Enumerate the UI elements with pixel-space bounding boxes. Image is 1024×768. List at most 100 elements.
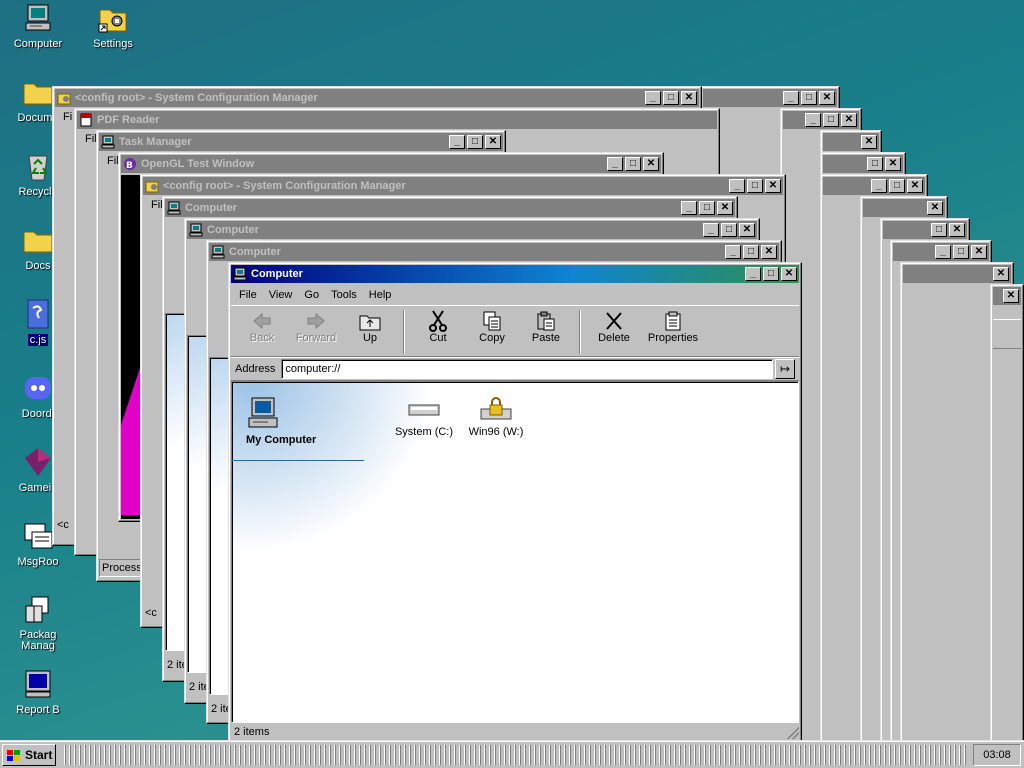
desktop-icon-label: Packag Manag [19,629,57,652]
close-button[interactable]: ✕ [993,267,1009,281]
close-button[interactable]: ✕ [971,245,987,259]
maximize-button[interactable]: □ [801,91,817,105]
maximize-button[interactable]: □ [663,91,679,105]
minimize-button[interactable]: _ [935,245,951,259]
close-button[interactable]: ✕ [1003,289,1019,303]
menu-help[interactable]: Help [363,287,398,303]
close-button[interactable]: ✕ [841,113,857,127]
desktop-icon-package-manager[interactable]: Packag Manag [2,594,74,652]
close-button[interactable]: ✕ [781,267,797,281]
file-view[interactable]: My Computer System (C:) Win96 (W:) [231,381,799,723]
maximize-button[interactable]: □ [931,223,947,237]
minimize-button[interactable]: _ [703,223,719,237]
menu-go[interactable]: Go [298,287,325,303]
drive-item[interactable]: System (C:) [388,396,460,438]
minimize-button[interactable]: _ [871,179,887,193]
package-icon [22,594,54,626]
drive-label: System (C:) [394,426,454,438]
window-titlebar[interactable]: PDF Reader [77,111,717,129]
cut-button[interactable]: Cut [411,308,465,344]
close-button[interactable]: ✕ [949,223,965,237]
desktop-icon-label: MsgRoo [17,556,59,568]
close-button[interactable]: ✕ [765,179,781,193]
forward-button[interactable]: Forward [289,308,343,344]
task-button-strip[interactable] [62,745,968,765]
maximize-button[interactable]: □ [467,135,483,149]
desktop-icon-settings[interactable]: Settings [77,2,149,50]
paste-button[interactable]: Paste [519,308,573,344]
minimize-button[interactable]: _ [725,245,741,259]
up-folder-icon [343,310,397,332]
maximize-button[interactable]: □ [747,179,763,193]
window-footer: <c [145,607,157,619]
menu-view[interactable]: View [263,287,299,303]
maximize-button[interactable]: □ [867,157,883,171]
copy-button[interactable]: Copy [465,308,519,344]
window-titlebar[interactable]: <config root> - System Configuration Man… [55,89,699,107]
properties-button[interactable]: Properties [641,308,705,344]
menu-file[interactable]: File [233,287,263,303]
close-button[interactable]: ✕ [861,135,877,149]
window-titlebar[interactable]: Task Manager _ □ ✕ [99,133,503,151]
close-button[interactable]: ✕ [717,201,733,215]
address-input[interactable]: computer:// [281,359,773,379]
toolbar-fragment [993,319,1021,349]
window-titlebar[interactable]: B OpenGL Test Window _ □ ✕ [121,155,661,173]
maximize-button[interactable]: □ [889,179,905,193]
window-titlebar[interactable]: Computer _ □ ✕ [165,199,735,217]
minimize-button[interactable]: _ [449,135,465,149]
window-titlebar[interactable]: Computer _ □ ✕ [231,265,799,283]
menu-tools[interactable]: Tools [325,287,363,303]
minimize-button[interactable]: _ [607,157,623,171]
start-button[interactable]: Start [2,744,56,766]
maximize-button[interactable]: □ [763,267,779,281]
window-edge: ✕ [990,284,1024,746]
settings-icon [97,2,129,34]
opengl-canvas[interactable] [121,175,141,519]
window-titlebar[interactable]: <config root> - System Configuration Man… [143,177,783,195]
maximize-button[interactable]: □ [823,113,839,127]
resize-grip[interactable] [787,727,799,739]
computer-icon [233,267,247,281]
window-title: Computer [251,268,303,280]
maximize-button[interactable]: □ [953,245,969,259]
minimize-button[interactable]: _ [805,113,821,127]
desktop-icon-report[interactable]: Report B [2,668,74,716]
close-button[interactable]: ✕ [819,91,835,105]
menu-bar: File View Go Tools Help [231,285,799,305]
maximize-button[interactable]: □ [743,245,759,259]
window-computer-active[interactable]: Computer _ □ ✕ File View Go Tools Help B… [228,262,802,742]
minimize-button[interactable]: _ [783,91,799,105]
close-button[interactable]: ✕ [927,201,943,215]
discord-icon [22,372,54,404]
back-button[interactable]: Back [235,308,289,344]
close-button[interactable]: ✕ [739,223,755,237]
minimize-button[interactable]: _ [729,179,745,193]
copy-icon [465,310,519,332]
maximize-button[interactable]: □ [721,223,737,237]
close-button[interactable]: ✕ [681,91,697,105]
toolbar-separator [403,310,405,354]
drive-item[interactable]: Win96 (W:) [460,396,532,438]
drive-label: Win96 (W:) [468,426,524,438]
go-button[interactable]: ↦ [775,359,795,379]
folder-icon [22,224,54,256]
close-button[interactable]: ✕ [907,179,923,193]
minimize-button[interactable]: _ [645,91,661,105]
computer-icon [211,245,225,259]
delete-button[interactable]: Delete [587,308,641,344]
desktop-icon-computer[interactable]: Computer [2,2,74,50]
back-arrow-icon [235,310,289,332]
window-titlebar[interactable]: Computer _ □ ✕ [187,221,757,239]
close-button[interactable]: ✕ [885,157,901,171]
close-button[interactable]: ✕ [761,245,777,259]
maximize-button[interactable]: □ [699,201,715,215]
minimize-button[interactable]: _ [745,267,761,281]
close-button[interactable]: ✕ [485,135,501,149]
clock[interactable]: 03:08 [973,744,1021,766]
up-button[interactable]: Up [343,308,397,344]
close-button[interactable]: ✕ [643,157,659,171]
minimize-button[interactable]: _ [681,201,697,215]
maximize-button[interactable]: □ [625,157,641,171]
window-titlebar[interactable]: Computer _ □ ✕ [209,243,779,261]
